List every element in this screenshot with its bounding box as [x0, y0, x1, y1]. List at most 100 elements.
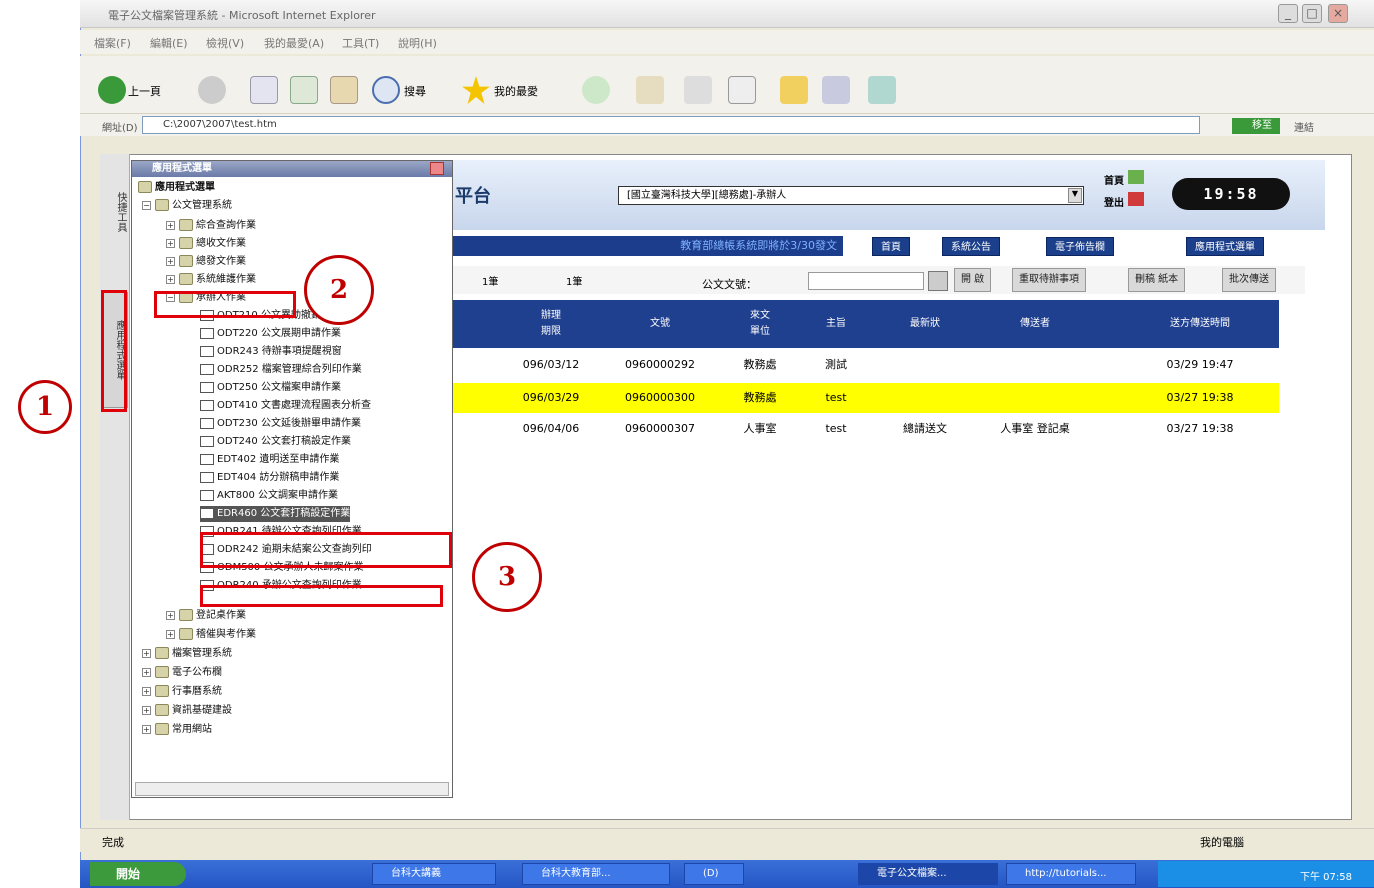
expand-icon[interactable]: + — [166, 256, 175, 266]
nav-bulletin[interactable]: 電子佈告欄 — [1046, 237, 1114, 256]
tree-node[interactable]: ODT250 公文檔案申請作業 — [200, 380, 341, 396]
search-label[interactable]: 搜尋 — [404, 83, 426, 99]
tree-node[interactable]: + 登記桌作業 — [166, 608, 246, 624]
tree-node[interactable]: + 綜合查詢作業 — [166, 218, 256, 234]
taskbar-item[interactable]: 台科大教育部... — [522, 863, 670, 885]
taskbar-item[interactable]: 台科大講義 — [372, 863, 496, 885]
edit-icon[interactable] — [728, 76, 756, 104]
tree-node[interactable]: + 總發文作業 — [166, 254, 246, 270]
expand-icon[interactable]: + — [166, 629, 175, 639]
mail-icon[interactable] — [636, 76, 664, 104]
home-link[interactable]: 首頁 — [1104, 172, 1124, 187]
favorites-label[interactable]: 我的最愛 — [494, 83, 538, 99]
tree-node[interactable]: ODR252 檔案管理綜合列印作業 — [200, 362, 362, 378]
tree-node[interactable]: EDR460 公文套打稿設定作業 — [200, 506, 351, 522]
history-icon[interactable] — [582, 76, 610, 104]
maximize-button[interactable]: □ — [1302, 4, 1322, 23]
docno-input[interactable] — [808, 272, 924, 290]
expand-icon[interactable]: + — [166, 220, 175, 230]
folder-icon — [155, 647, 169, 659]
research-icon[interactable] — [822, 76, 850, 104]
th-send-time[interactable]: 送方傳送時間 — [1130, 300, 1270, 348]
stop-icon[interactable] — [250, 76, 278, 104]
menu-file[interactable]: 檔案(F) — [94, 35, 131, 51]
taskbar-item-active[interactable]: 電子公文檔案... — [858, 863, 998, 885]
tree-node[interactable]: + 系統維護作業 — [166, 272, 256, 288]
th-deadline[interactable]: 辦理 期限 — [506, 300, 596, 348]
go-button[interactable]: 移至 — [1232, 118, 1280, 134]
th-status[interactable]: 最新狀 — [880, 300, 970, 348]
logout-link[interactable]: 登出 — [1104, 194, 1124, 209]
tree-node[interactable]: + 稽催與考作業 — [166, 627, 256, 643]
nav-app-menu[interactable]: 應用程式選單 — [1186, 237, 1264, 256]
th-source-unit[interactable]: 來文 單位 — [730, 300, 790, 348]
delete-paper-button[interactable]: 刪稿 紙本 — [1128, 268, 1186, 292]
tree-node[interactable]: + 檔案管理系統 — [142, 646, 232, 662]
taskbar-item[interactable]: (D) — [684, 863, 744, 885]
collapse-icon[interactable]: − — [142, 200, 151, 210]
expand-icon[interactable]: + — [142, 686, 151, 696]
tree-node[interactable]: ODT220 公文展期申請作業 — [200, 326, 341, 342]
address-input[interactable]: C:\2007\2007\test.htm — [142, 116, 1200, 134]
tree-node[interactable]: EDT404 訪分辦稿申請作業 — [200, 470, 339, 486]
logout-icon[interactable] — [1128, 192, 1144, 206]
expand-icon[interactable]: + — [142, 724, 151, 734]
menu-bar: 檔案(F) 編輯(E) 檢視(V) 我的最愛(A) 工具(T) 說明(H) — [80, 30, 1374, 54]
home-icon[interactable] — [330, 76, 358, 104]
print-icon[interactable] — [684, 76, 712, 104]
expand-icon[interactable]: + — [166, 610, 175, 620]
tree-node[interactable]: ODT230 公文延後辦畢申請作業 — [200, 416, 361, 432]
announcement-marquee[interactable]: 教育部總帳系統即將於3/30發文 — [453, 236, 843, 256]
tree-horizontal-scrollbar[interactable] — [135, 782, 449, 796]
expand-icon[interactable]: + — [142, 667, 151, 677]
links-label[interactable]: 連結 — [1294, 119, 1314, 134]
messenger-icon[interactable] — [868, 76, 896, 104]
chevron-down-icon[interactable]: ▼ — [1068, 188, 1082, 203]
tree-node[interactable]: + 常用網站 — [142, 722, 212, 738]
favorites-star-icon[interactable] — [462, 76, 490, 104]
back-icon[interactable] — [98, 76, 126, 104]
tree-node[interactable]: ODT240 公文套打稿設定作業 — [200, 434, 351, 450]
search-icon[interactable] — [928, 271, 948, 291]
tree-node[interactable]: EDT402 遺明送至申請作業 — [200, 452, 339, 468]
folder-icon[interactable] — [780, 76, 808, 104]
batch-send-button[interactable]: 批次傳送 — [1222, 268, 1276, 292]
tree-node[interactable]: ODR243 待辦事項提醒視窗 — [200, 344, 342, 360]
close-button[interactable]: × — [1328, 4, 1348, 23]
tree-close-button[interactable] — [430, 162, 444, 175]
tab-quick-tools[interactable]: 快捷工具 — [102, 172, 128, 252]
nav-announcements[interactable]: 系統公告 — [942, 237, 1000, 256]
th-subject[interactable]: 主旨 — [806, 300, 866, 348]
open-button[interactable]: 開 啟 — [954, 268, 992, 292]
menu-view[interactable]: 檢視(V) — [206, 35, 244, 51]
tree-system-node[interactable]: − 公文管理系統 — [142, 198, 232, 214]
expand-icon[interactable]: + — [166, 238, 175, 248]
th-sender[interactable]: 傳送者 — [980, 300, 1090, 348]
role-select[interactable]: [國立臺灣科技大學][總務處]-承辦人 — [618, 186, 1084, 205]
expand-icon[interactable]: + — [166, 274, 175, 284]
nav-home[interactable]: 首頁 — [872, 237, 910, 256]
forward-icon[interactable] — [198, 76, 226, 104]
menu-edit[interactable]: 編輯(E) — [150, 35, 188, 51]
minimize-button[interactable]: _ — [1278, 4, 1298, 23]
taskbar-item[interactable]: http://tutorials... — [1006, 863, 1136, 885]
tree-node[interactable]: + 總收文作業 — [166, 236, 246, 252]
menu-help[interactable]: 說明(H) — [398, 35, 437, 51]
tree-node[interactable]: + 電子公布欄 — [142, 665, 222, 681]
start-button[interactable]: 開始 — [90, 862, 186, 886]
menu-favorites[interactable]: 我的最愛(A) — [264, 35, 324, 51]
expand-icon[interactable]: + — [142, 648, 151, 658]
tree-node[interactable]: + 資訊基礎建設 — [142, 703, 232, 719]
tree-root[interactable]: 應用程式選單 — [138, 180, 215, 196]
th-docno[interactable]: 文號 — [612, 300, 708, 348]
callout-2: 2 — [304, 255, 374, 325]
expand-icon[interactable]: + — [142, 705, 151, 715]
tree-node[interactable]: + 行事曆系統 — [142, 684, 222, 700]
home-icon[interactable] — [1128, 170, 1144, 184]
tree-node[interactable]: AKT800 公文調案申請作業 — [200, 488, 338, 504]
menu-tools[interactable]: 工具(T) — [342, 35, 379, 51]
refresh-todo-button[interactable]: 重取待辦事項 — [1012, 268, 1086, 292]
tree-node[interactable]: ODT410 文書處理流程圖表分析查 — [200, 398, 371, 414]
refresh-icon[interactable] — [290, 76, 318, 104]
search-icon[interactable] — [372, 76, 400, 104]
